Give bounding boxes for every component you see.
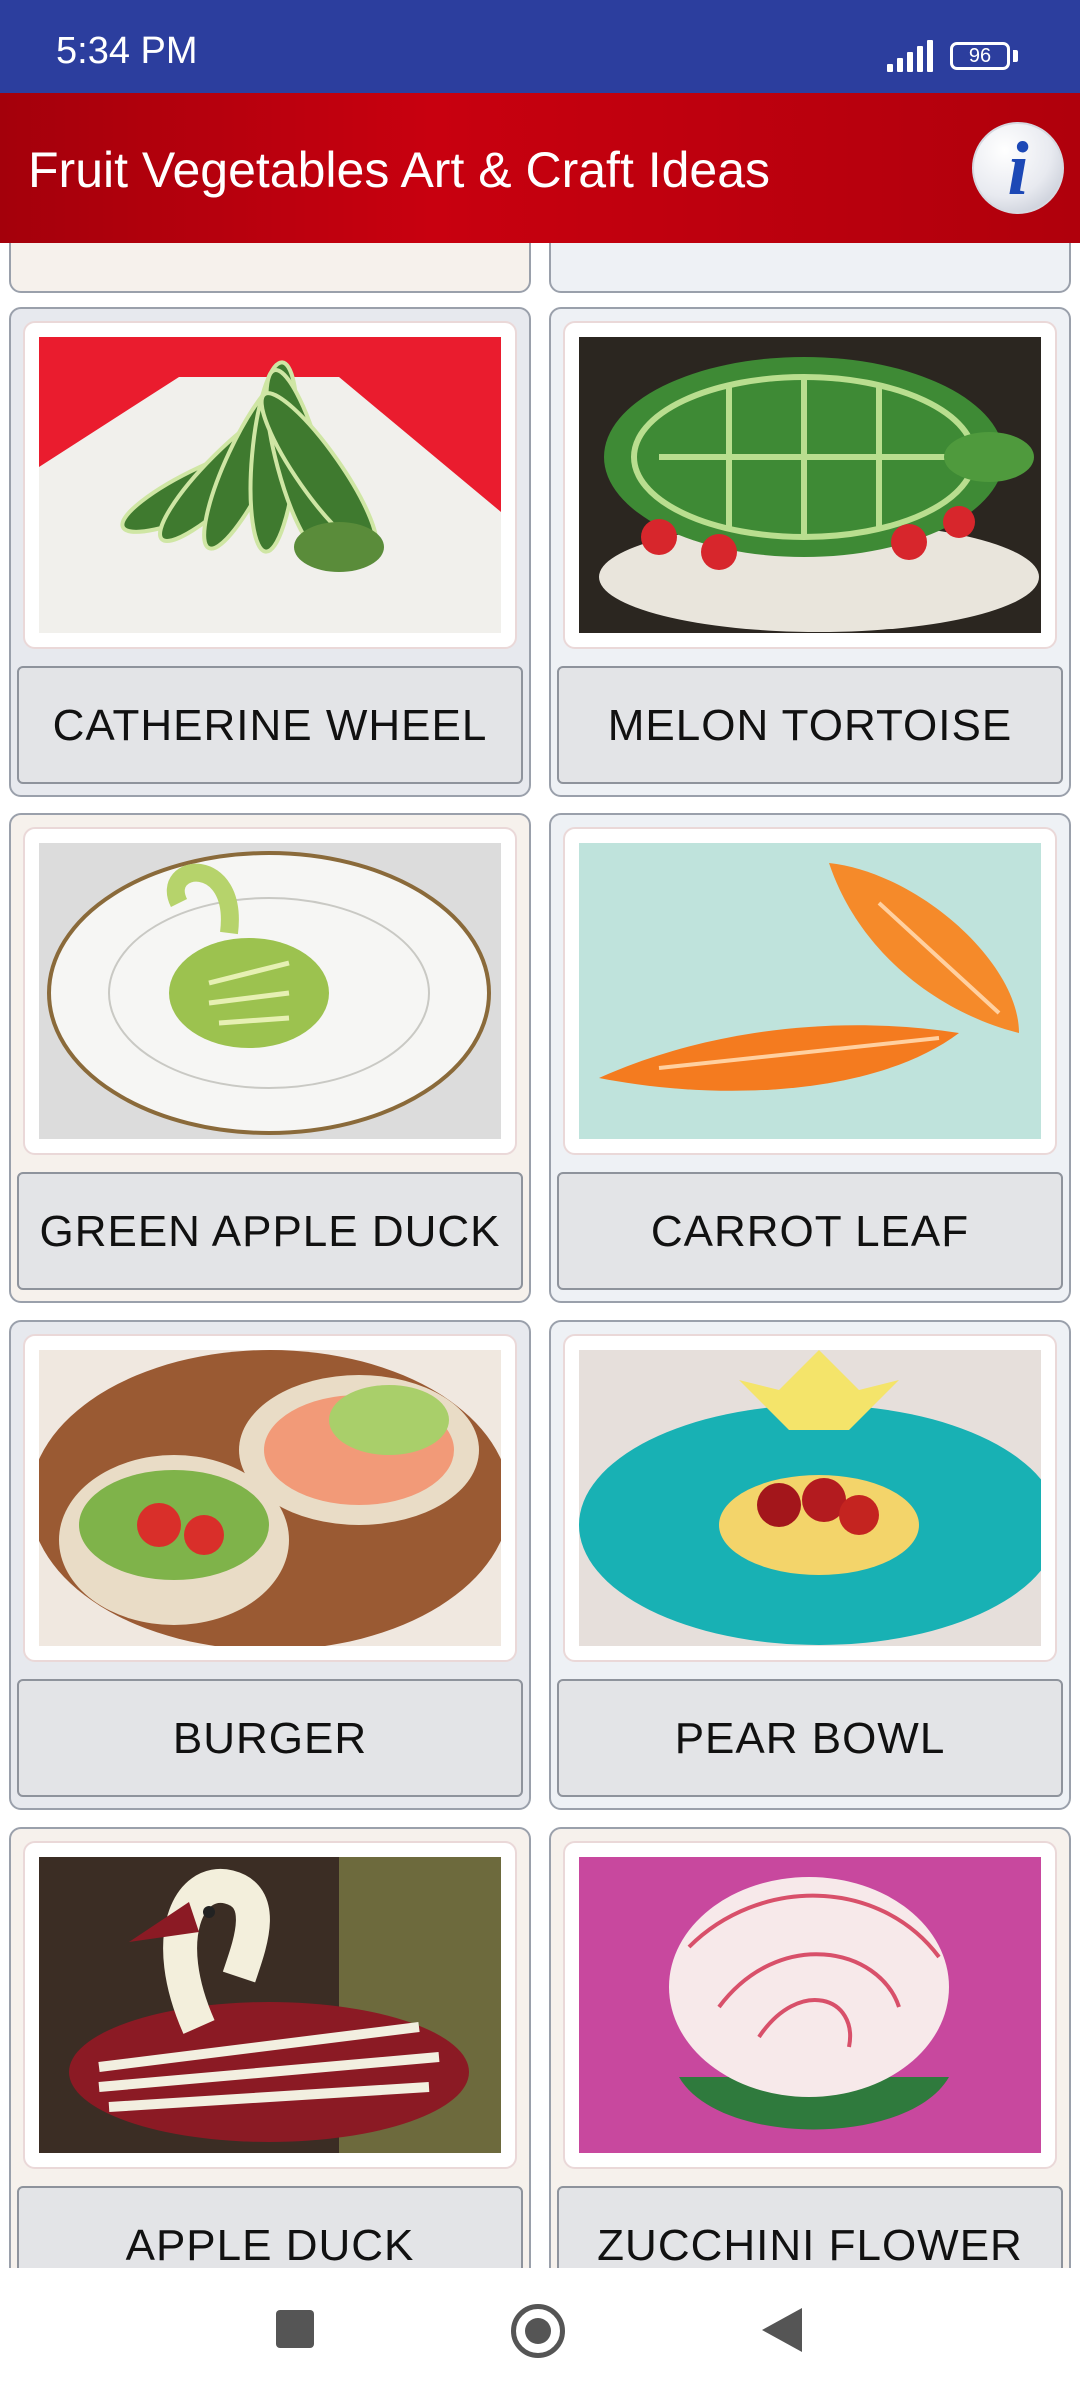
app-title: Fruit Vegetables Art & Craft Ideas <box>28 142 771 198</box>
item-label: PEAR BOWL <box>674 1714 946 1763</box>
item-label: APPLE DUCK <box>125 2221 415 2268</box>
burger-button[interactable]: BURGER <box>17 1679 523 1797</box>
thumbnail-frame <box>23 1334 517 1662</box>
card-carrot-leaf[interactable]: CARROT LEAF <box>549 813 1071 1303</box>
catherine-wheel-image[interactable] <box>39 337 501 633</box>
thumbnail-frame <box>23 827 517 1155</box>
carrot-leaf-button[interactable]: CARROT LEAF <box>557 1172 1063 1290</box>
home-circle-icon[interactable] <box>511 2304 565 2358</box>
app-bar: Fruit Vegetables Art & Craft Ideas i <box>0 93 1080 243</box>
melon-tortoise-button[interactable]: MELON TORTOISE <box>557 666 1063 784</box>
thumbnail-frame <box>23 1841 517 2169</box>
green-apple-duck-image[interactable] <box>39 843 501 1139</box>
item-label: CATHERINE WHEEL <box>52 701 488 750</box>
battery-icon: 96 <box>950 42 1010 70</box>
pear-bowl-button[interactable]: PEAR BOWL <box>557 1679 1063 1797</box>
pear-bowl-image[interactable] <box>579 1350 1041 1646</box>
battery-level: 96 <box>968 45 992 67</box>
item-label: MELON TORTOISE <box>607 701 1013 750</box>
thumbnail-frame <box>563 827 1057 1155</box>
thumbnail-frame <box>23 321 517 649</box>
card-zucchini-flower[interactable]: ZUCCHINI FLOWER <box>549 1827 1071 2268</box>
carrot-leaf-image[interactable] <box>579 843 1041 1139</box>
info-button[interactable]: i <box>972 122 1064 214</box>
card-partial-left[interactable] <box>9 243 531 293</box>
item-label: BURGER <box>172 1714 368 1763</box>
melon-tortoise-image[interactable] <box>579 337 1041 633</box>
catherine-wheel-button[interactable]: CATHERINE WHEEL <box>17 666 523 784</box>
apple-duck-image[interactable] <box>39 1857 501 2153</box>
zucchini-flower-button[interactable]: ZUCCHINI FLOWER <box>557 2186 1063 2268</box>
item-grid[interactable]: CATHERINE WHEEL MELON TORTOISE GREEN APP… <box>0 243 1080 2268</box>
status-bar: 5:34 PM 96 <box>0 0 1080 93</box>
item-label: ZUCCHINI FLOWER <box>597 2221 1023 2268</box>
signal-icon <box>887 38 937 72</box>
recents-square-icon[interactable] <box>276 2310 314 2348</box>
status-time: 5:34 PM <box>56 30 198 72</box>
card-partial-right[interactable] <box>549 243 1071 293</box>
card-apple-duck[interactable]: APPLE DUCK <box>9 1827 531 2268</box>
thumbnail-frame <box>563 1841 1057 2169</box>
navigation-bar <box>0 2268 1080 2400</box>
item-label: GREEN APPLE DUCK <box>39 1207 501 1256</box>
zucchini-flower-image[interactable] <box>579 1857 1041 2153</box>
green-apple-duck-button[interactable]: GREEN APPLE DUCK <box>17 1172 523 1290</box>
thumbnail-frame <box>563 1334 1057 1662</box>
card-pear-bowl[interactable]: PEAR BOWL <box>549 1320 1071 1810</box>
item-label: CARROT LEAF <box>650 1207 970 1256</box>
back-triangle-icon[interactable] <box>762 2308 802 2352</box>
battery-tip <box>1013 50 1018 62</box>
card-green-apple-duck[interactable]: GREEN APPLE DUCK <box>9 813 531 1303</box>
card-melon-tortoise[interactable]: MELON TORTOISE <box>549 307 1071 797</box>
apple-duck-button[interactable]: APPLE DUCK <box>17 2186 523 2268</box>
burger-image[interactable] <box>39 1350 501 1646</box>
thumbnail-frame <box>563 321 1057 649</box>
card-catherine-wheel[interactable]: CATHERINE WHEEL <box>9 307 531 797</box>
info-icon: i <box>1007 127 1029 211</box>
card-burger[interactable]: BURGER <box>9 1320 531 1810</box>
